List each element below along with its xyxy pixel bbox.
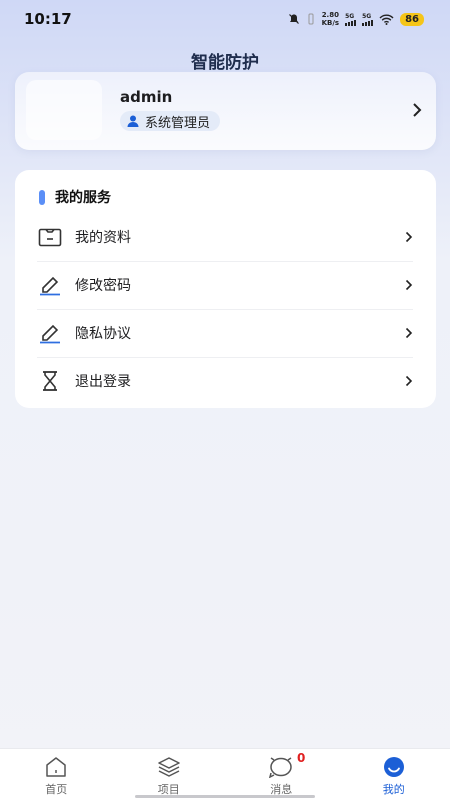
status-bar: 10:17 2.80 KB/s 5G 5G 86 bbox=[0, 0, 450, 36]
mute-bell-icon bbox=[288, 13, 300, 25]
tab-label: 我的 bbox=[383, 781, 405, 797]
chevron-right-icon bbox=[405, 327, 413, 339]
home-indicator bbox=[135, 795, 315, 798]
username: admin bbox=[120, 88, 172, 106]
tab-mine[interactable]: 我的 bbox=[338, 749, 450, 801]
profile-card[interactable]: admin 系统管理员 bbox=[15, 72, 436, 150]
user-icon bbox=[126, 114, 140, 128]
menu-item-privacy-policy[interactable]: 隐私协议 bbox=[37, 309, 413, 358]
wifi-icon bbox=[379, 14, 394, 25]
section-accent-bar bbox=[39, 190, 45, 205]
vibrate-icon bbox=[306, 13, 316, 25]
menu-item-logout[interactable]: 退出登录 bbox=[37, 357, 413, 405]
services-header: 我的服务 bbox=[39, 187, 111, 207]
net-speed: 2.80 KB/s bbox=[322, 11, 339, 27]
signal-2: 5G bbox=[362, 13, 373, 26]
chevron-right-icon bbox=[405, 375, 413, 387]
id-card-icon bbox=[37, 224, 63, 250]
chevron-right-icon bbox=[405, 231, 413, 243]
page-title: 智能防护 bbox=[0, 48, 450, 73]
tab-home[interactable]: 首页 bbox=[0, 749, 113, 801]
menu-item-label: 修改密码 bbox=[75, 275, 405, 295]
services-card: 我的服务 我的资料 修改密码 bbox=[15, 170, 436, 408]
role-badge: 系统管理员 bbox=[120, 111, 220, 131]
net-speed-unit: KB/s bbox=[322, 19, 339, 27]
signal-bars-icon bbox=[362, 20, 373, 26]
menu-item-label: 隐私协议 bbox=[75, 323, 405, 343]
tab-label: 首页 bbox=[45, 781, 67, 797]
signal-2-label: 5G bbox=[362, 13, 371, 20]
signal-1: 5G bbox=[345, 13, 356, 26]
status-icons: 2.80 KB/s 5G 5G 86 bbox=[288, 11, 424, 27]
signal-1-label: 5G bbox=[345, 13, 354, 20]
pencil-icon bbox=[37, 320, 63, 346]
status-time: 10:17 bbox=[24, 10, 72, 28]
tab-messages[interactable]: 消息 0 bbox=[225, 749, 338, 801]
services-title: 我的服务 bbox=[55, 187, 111, 207]
chevron-right-icon bbox=[405, 279, 413, 291]
home-icon bbox=[44, 756, 68, 778]
tab-bar: 首页 项目 消息 0 我的 bbox=[0, 748, 450, 801]
unread-badge: 0 bbox=[297, 751, 305, 765]
chevron-right-icon[interactable] bbox=[412, 102, 422, 118]
layers-icon bbox=[157, 756, 181, 778]
net-speed-value: 2.80 bbox=[322, 11, 339, 19]
tab-projects[interactable]: 项目 bbox=[113, 749, 226, 801]
message-icon bbox=[268, 756, 294, 778]
menu-item-my-profile[interactable]: 我的资料 bbox=[37, 213, 413, 262]
menu-item-label: 我的资料 bbox=[75, 227, 405, 247]
avatar[interactable] bbox=[26, 80, 102, 140]
hourglass-icon bbox=[37, 368, 63, 394]
signal-bars-icon bbox=[345, 20, 356, 26]
menu-item-label: 退出登录 bbox=[75, 371, 405, 391]
pencil-icon bbox=[37, 272, 63, 298]
menu-item-change-password[interactable]: 修改密码 bbox=[37, 261, 413, 310]
role-label: 系统管理员 bbox=[145, 112, 210, 131]
battery-indicator: 86 bbox=[400, 13, 424, 26]
user-icon bbox=[382, 756, 406, 778]
